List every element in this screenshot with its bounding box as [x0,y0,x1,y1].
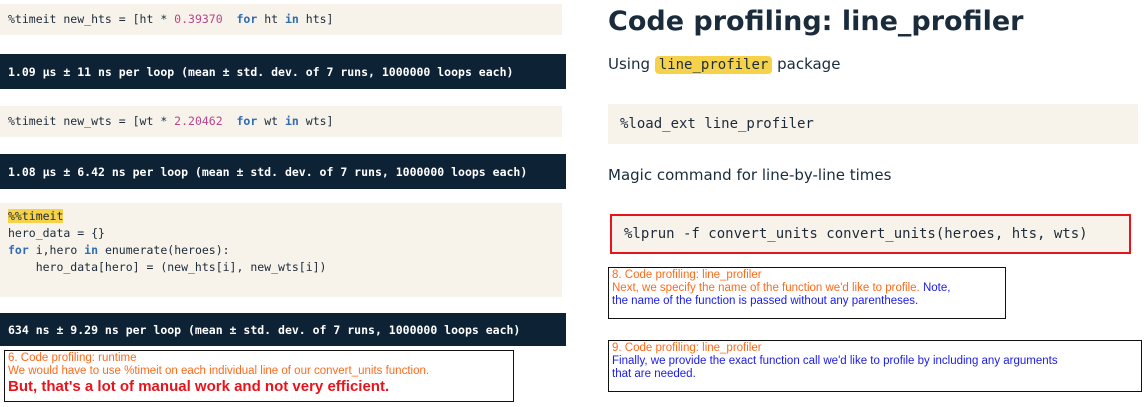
note-8-heading: 8. Code profiling: line_profiler [612,269,762,281]
code-cell-lprun: %lprun -f convert_units convert_units(he… [610,214,1131,254]
annotation-note-8: 8. Code profiling: line_profiler Next, w… [608,267,1006,319]
magic-command-caption: Magic command for line-by-line times [608,166,892,184]
note-9-body: Finally, we provide the exact function c… [612,355,1058,367]
note-9-heading: 9. Code profiling: line_profiler [612,342,762,354]
code-cell-load-ext: %load_ext line_profiler [608,104,1138,144]
annotation-note-6: 6. Code profiling: runtime We would have… [4,350,514,402]
note-6-emphasis: But, that's a lot of manual work and not… [8,378,390,395]
left-slide: %timeit new_hts = [ht * 0.39370 for ht i… [0,0,572,407]
annotation-note-9: 9. Code profiling: line_profiler Finally… [608,340,1142,392]
code-cell-cell-timeit: %%timeit hero_data = {} for i,hero in en… [0,203,562,297]
package-name-highlight: line_profiler [654,56,773,74]
note-8-parentheses: the name of the function is passed witho… [612,295,919,307]
right-slide: Code profiling: line_profiler Using line… [596,0,1148,407]
slide-title: Code profiling: line_profiler [608,6,1024,37]
code-cell-timeit-wts: %timeit new_wts = [wt * 2.20462 for wt i… [0,106,562,137]
note-9-body-cont: that are needed. [612,368,696,380]
note-6-heading: 6. Code profiling: runtime [8,352,137,364]
note-8-note: Note, [922,282,951,294]
slide-subtitle: Using line_profiler package [608,55,841,74]
output-cell-hero-data: 634 ns ± 9.29 ns per loop (mean ± std. d… [0,313,566,346]
code-cell-timeit-hts: %timeit new_hts = [ht * 0.39370 for ht i… [0,4,562,35]
output-cell-hts: 1.09 µs ± 11 ns per loop (mean ± std. de… [0,54,566,89]
note-8-body: Next, we specify the name of the functio… [612,282,923,294]
note-6-body: We would have to use %timeit on each ind… [8,365,430,377]
cell-magic-highlight: %%timeit [8,209,64,223]
output-cell-wts: 1.08 µs ± 6.42 ns per loop (mean ± std. … [0,154,566,189]
